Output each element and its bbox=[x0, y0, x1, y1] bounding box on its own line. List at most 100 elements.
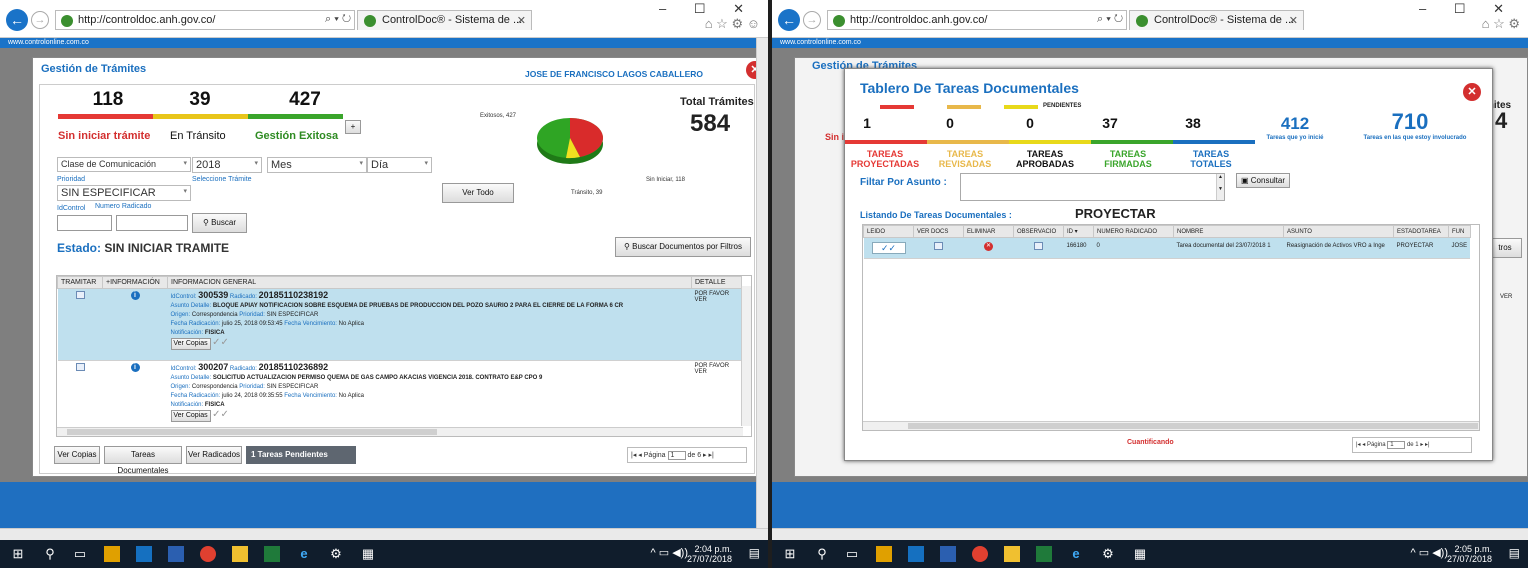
tareas-documentales-button[interactable]: Tareas Documentales bbox=[104, 446, 182, 475]
word-icon[interactable] bbox=[168, 546, 184, 562]
page-input[interactable]: 1 bbox=[667, 451, 686, 460]
scroll-thumb[interactable] bbox=[67, 429, 437, 435]
header-leido[interactable]: LEIDO bbox=[863, 225, 914, 238]
observacion-icon[interactable] bbox=[1034, 242, 1043, 250]
prev-page-icon[interactable]: ◂ bbox=[1362, 442, 1365, 448]
header-eliminar[interactable]: ELIMINAR bbox=[963, 225, 1014, 238]
header-informacion-general[interactable]: INFORMACION GENERAL bbox=[167, 276, 692, 289]
table-row[interactable]: ✓✓ ✕ 166180 0 Tarea documental del 23/07… bbox=[863, 237, 1471, 259]
textarea-scrollbar[interactable]: ▲ ▼ bbox=[1216, 174, 1224, 200]
chrome-icon[interactable] bbox=[200, 546, 216, 562]
header-informacion[interactable]: +INFORMACIÓN bbox=[102, 276, 168, 289]
chrome-icon[interactable] bbox=[972, 546, 988, 562]
calculator-icon[interactable]: ▦ bbox=[360, 546, 376, 562]
search-refresh-icons[interactable]: ⌕ ▾ ↻ bbox=[325, 13, 351, 26]
first-page-icon[interactable]: |◂ bbox=[1356, 442, 1361, 448]
last-page-icon[interactable]: ▸| bbox=[1425, 442, 1430, 448]
dia-select[interactable]: Día ▾ bbox=[367, 157, 432, 173]
notifications-icon[interactable]: ▤ bbox=[749, 546, 760, 560]
header-fun[interactable]: FUN bbox=[1448, 225, 1471, 238]
first-page-icon[interactable]: |◂ bbox=[631, 452, 636, 459]
ver-radicados-button[interactable]: Ver Radicados bbox=[186, 446, 242, 464]
mes-select[interactable]: Mes ▾ bbox=[267, 157, 367, 173]
horizontal-scrollbar[interactable] bbox=[57, 427, 743, 436]
header-numero-radicado[interactable]: NUMERO RADICADO bbox=[1093, 225, 1174, 238]
clock[interactable]: 2:04 p.m. 27/07/2018 bbox=[687, 544, 732, 564]
clock[interactable]: 2:05 p.m. 27/07/2018 bbox=[1447, 544, 1492, 564]
ver-copias-button[interactable]: Ver Copias bbox=[170, 338, 211, 350]
file-explorer-icon[interactable] bbox=[1004, 546, 1020, 562]
ver-copias-button[interactable]: Ver Copias bbox=[170, 410, 211, 422]
next-page-icon[interactable]: ▸ bbox=[1420, 442, 1423, 448]
anio-select[interactable]: 2018 ▾ bbox=[192, 157, 262, 173]
involucrado-label[interactable]: Tareas en las que estoy involucrado bbox=[1345, 135, 1485, 141]
task-view-icon[interactable]: ▭ bbox=[72, 546, 88, 562]
label-totales[interactable]: TAREAS TOTALES bbox=[1171, 149, 1251, 169]
vertical-scrollbar[interactable] bbox=[741, 286, 751, 426]
header-detalle[interactable]: DETALLE bbox=[691, 276, 742, 289]
window-controls[interactable]: – ☐ ✕ bbox=[1419, 1, 1516, 17]
file-explorer-icon[interactable] bbox=[232, 546, 248, 562]
store-icon[interactable] bbox=[104, 546, 120, 562]
radicado-input[interactable] bbox=[116, 215, 188, 231]
address-bar[interactable]: http://controldoc.anh.gov.co/ bbox=[827, 10, 1127, 30]
buscar-button[interactable]: ⚲ Buscar bbox=[192, 213, 247, 233]
label-aprobadas[interactable]: TAREAS APROBADAS bbox=[1005, 149, 1085, 169]
header-observacion[interactable]: OBSERVACIO bbox=[1013, 225, 1064, 238]
excel-icon[interactable] bbox=[264, 546, 280, 562]
buscar-documentos-filtros-button[interactable]: ⚲ Buscar Documentos por Filtros bbox=[615, 237, 751, 257]
info-icon[interactable]: i bbox=[130, 363, 140, 372]
task-view-icon[interactable]: ▭ bbox=[844, 546, 860, 562]
next-page-icon[interactable]: ▸ bbox=[703, 452, 707, 459]
idcontrol-input[interactable] bbox=[57, 215, 112, 231]
scroll-thumb[interactable] bbox=[908, 423, 1478, 429]
windows-start-icon[interactable]: ⊞ bbox=[782, 546, 798, 562]
last-page-icon[interactable]: ▸| bbox=[709, 452, 714, 459]
tramitar-checkbox[interactable] bbox=[75, 291, 85, 299]
info-icon[interactable]: i bbox=[130, 291, 140, 300]
notifications-icon[interactable]: ▤ bbox=[1509, 546, 1520, 560]
page-horizontal-scrollbar[interactable] bbox=[0, 528, 768, 540]
search-refresh-icons[interactable]: ⌕ ▾ ↻ bbox=[1097, 13, 1123, 26]
ver-todo-button[interactable]: Ver Todo bbox=[442, 183, 514, 203]
search-icon[interactable]: ⚲ bbox=[814, 546, 830, 562]
ver-docs-icon[interactable] bbox=[934, 242, 943, 250]
table-row[interactable]: i IdControl: 300539 Radicado: 2018511023… bbox=[57, 288, 742, 361]
outlook-icon[interactable] bbox=[908, 546, 924, 562]
favorites-icons[interactable]: ⌂ ☆ ⚙ ☺ bbox=[705, 16, 760, 32]
system-tray-icons[interactable]: ^ ▭ ◀)) bbox=[651, 546, 688, 559]
search-icon[interactable]: ⚲ bbox=[42, 546, 58, 562]
header-estadotarea[interactable]: ESTADOTAREA bbox=[1393, 225, 1449, 238]
internet-explorer-icon[interactable]: e bbox=[1068, 546, 1084, 562]
close-dialog-icon[interactable]: ✕ bbox=[1463, 83, 1481, 101]
forward-button[interactable]: → bbox=[803, 11, 821, 29]
filtrar-asunto-textarea[interactable]: ▲ ▼ bbox=[960, 173, 1225, 201]
prioridad-select[interactable]: SIN ESPECIFICAR ▾ bbox=[57, 185, 191, 201]
horizontal-scrollbar[interactable] bbox=[863, 421, 1479, 430]
inicie-label[interactable]: Tareas que yo inicié bbox=[1255, 135, 1335, 141]
header-id[interactable]: ID ▾ bbox=[1063, 225, 1094, 238]
page-horizontal-scrollbar[interactable] bbox=[772, 528, 1528, 540]
close-tab-icon[interactable]: ✕ bbox=[517, 14, 526, 27]
excel-icon[interactable] bbox=[1036, 546, 1052, 562]
window-controls[interactable]: – ☐ ✕ bbox=[659, 1, 756, 17]
consultar-button[interactable]: ▣ Consultar bbox=[1236, 173, 1290, 188]
clase-comunicacion-select[interactable]: Clase de Comunicación ▾ bbox=[57, 157, 191, 172]
header-asunto[interactable]: ASUNTO bbox=[1283, 225, 1394, 238]
expand-plus-button[interactable]: + bbox=[345, 120, 361, 134]
system-tray-icons[interactable]: ^ ▭ ◀)) bbox=[1411, 546, 1448, 559]
tramitar-checkbox[interactable] bbox=[75, 363, 85, 371]
leido-checkmark-icon[interactable]: ✓✓ bbox=[871, 242, 906, 254]
favorites-icons[interactable]: ⌂ ☆ ⚙ bbox=[1482, 16, 1520, 32]
internet-explorer-icon[interactable]: e bbox=[296, 546, 312, 562]
calculator-icon[interactable]: ▦ bbox=[1132, 546, 1148, 562]
outlook-icon[interactable] bbox=[136, 546, 152, 562]
ver-copias-bottom-button[interactable]: Ver Copias bbox=[54, 446, 100, 464]
forward-button[interactable]: → bbox=[31, 11, 49, 29]
tareas-pendientes-badge[interactable]: 1 Tareas Pendientes bbox=[246, 446, 356, 464]
page-vertical-scrollbar[interactable] bbox=[756, 38, 768, 528]
word-icon[interactable] bbox=[940, 546, 956, 562]
page-input[interactable]: 1 bbox=[1387, 441, 1406, 449]
browser-tab[interactable]: ControlDoc® - Sistema de ... ✕ bbox=[357, 10, 532, 30]
header-tramitar[interactable]: TRAMITAR bbox=[57, 276, 103, 289]
